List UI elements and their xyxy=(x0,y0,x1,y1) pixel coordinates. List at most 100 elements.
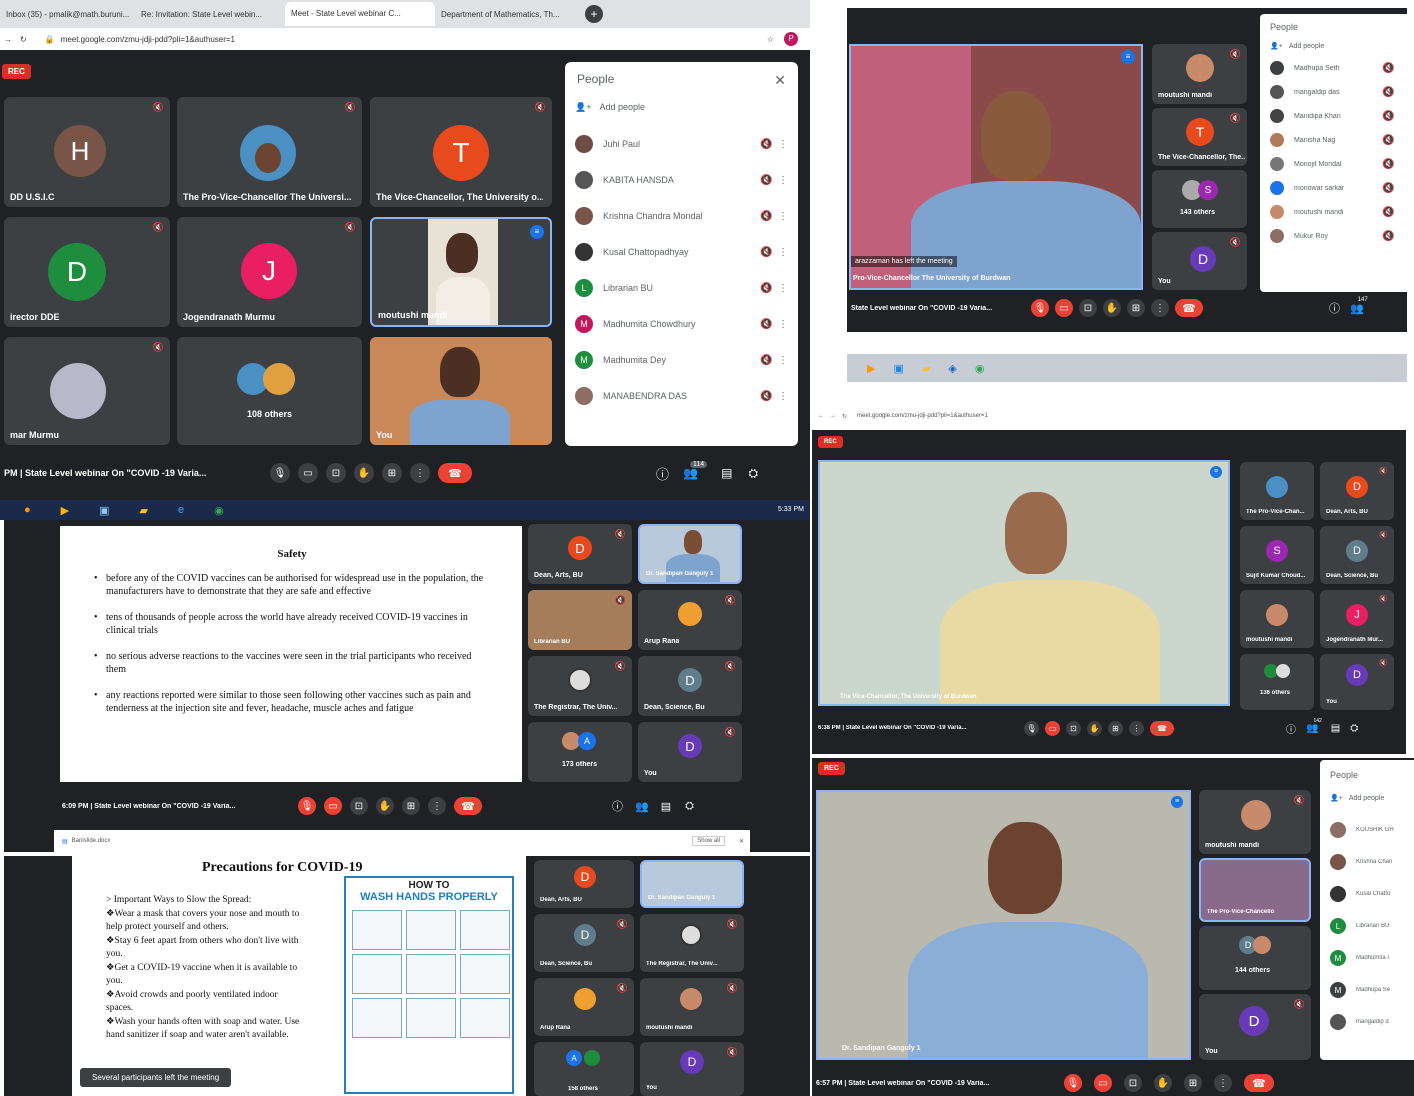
end-call-button[interactable]: ☎ xyxy=(438,463,472,483)
camera-button[interactable]: ▭ xyxy=(298,463,318,483)
end-call-button[interactable]: ☎ xyxy=(1150,720,1174,736)
activities-icon[interactable]: ⛭ xyxy=(1350,723,1358,734)
chat-icon[interactable]: ▤ xyxy=(661,800,671,813)
participant-tile[interactable]: T 🔇 The Vice-Chancellor, The... xyxy=(1152,108,1247,166)
info-icon[interactable]: ⓘ xyxy=(612,798,623,814)
profile-avatar[interactable]: P xyxy=(784,32,798,46)
participant-video-tile[interactable]: ≡ moutushi mandi xyxy=(370,217,552,327)
list-item[interactable]: Madhupa Seth 🔇 xyxy=(1260,56,1407,80)
list-item[interactable]: moutushi mandi 🔇 xyxy=(1260,200,1407,224)
info-icon[interactable]: ⓘ xyxy=(656,464,669,483)
new-tab-button[interactable]: + xyxy=(585,5,603,23)
participant-video-tile[interactable]: The Pro-Vice-Chancello xyxy=(1199,858,1311,922)
people-icon[interactable]: 👥 xyxy=(1306,723,1318,734)
list-item[interactable]: Kusal Chatto xyxy=(1320,878,1414,910)
list-item[interactable]: L Librarian BU xyxy=(1320,910,1414,942)
self-tile[interactable]: D 🔇 You xyxy=(1152,232,1247,290)
raise-hand-button[interactable]: ✋ xyxy=(354,463,374,483)
others-tile[interactable]: 108 others xyxy=(177,337,362,445)
tab-invitation[interactable]: Re: Invitation: State Level webin... xyxy=(135,10,285,19)
more-icon[interactable]: ⋮ xyxy=(778,175,788,186)
self-tile[interactable]: D 🔇 You xyxy=(1320,654,1394,710)
present-button[interactable]: ⊞ xyxy=(1127,299,1145,317)
close-icon[interactable]: ✕ xyxy=(739,838,744,845)
participant-tile[interactable]: D 🔇 Dean, Science, Bu xyxy=(1320,526,1394,584)
show-all-button[interactable]: Show all xyxy=(692,836,725,846)
tab-meet[interactable]: Meet - State Level webinar C... xyxy=(285,2,435,26)
chrome-icon[interactable]: ◉ xyxy=(975,362,985,375)
captions-button[interactable]: ⊡ xyxy=(350,797,368,815)
more-options-button[interactable]: ⋮ xyxy=(1151,299,1169,317)
list-item[interactable]: M Madhumita Chowdhury 🔇 ⋮ xyxy=(565,306,798,342)
more-icon[interactable]: ⋮ xyxy=(778,283,788,294)
list-item[interactable]: MANABENDRA DAS 🔇 ⋮ xyxy=(565,378,798,414)
participant-tile[interactable]: 🔇 The Registrar, The Univ... xyxy=(640,914,744,972)
star-icon[interactable]: ☆ xyxy=(767,35,774,44)
info-icon[interactable]: ⓘ xyxy=(1286,721,1296,736)
participant-tile[interactable]: H 🔇 DD U.S.I.C xyxy=(4,97,170,207)
more-icon[interactable]: ⋮ xyxy=(778,391,788,402)
captions-button[interactable]: ⊡ xyxy=(1066,720,1081,736)
present-button[interactable]: ⊞ xyxy=(382,463,402,483)
self-tile[interactable]: D 🔇 You xyxy=(638,722,742,782)
list-item[interactable]: monowar sarkar 🔇 xyxy=(1260,176,1407,200)
camera-button[interactable]: ▭ xyxy=(1045,720,1060,736)
firefox-icon[interactable]: ● xyxy=(24,504,31,516)
more-options-button[interactable]: ⋮ xyxy=(1129,720,1144,736)
url-text[interactable]: meet.google.com/zmu-jdji-pdd?pli=1&authu… xyxy=(61,35,235,44)
participant-tile[interactable]: 🔇 mar Murmu xyxy=(4,337,170,445)
participant-tile[interactable]: D 🔇 Dean, Science, Bu xyxy=(534,914,634,972)
list-item[interactable]: Kusal Chattopadhyay 🔇 ⋮ xyxy=(565,234,798,270)
raise-hand-button[interactable]: ✋ xyxy=(1154,1074,1172,1092)
present-button[interactable]: ⊞ xyxy=(402,797,420,815)
participant-tile[interactable]: D Dean, Arts, BU xyxy=(534,860,634,908)
participant-tile[interactable]: J 🔇 Jogendranath Mur... xyxy=(1320,590,1394,648)
more-icon[interactable]: ⋮ xyxy=(778,211,788,222)
captions-button[interactable]: ⊡ xyxy=(326,463,346,483)
camera-button[interactable]: ▭ xyxy=(324,797,342,815)
raise-hand-button[interactable]: ✋ xyxy=(376,797,394,815)
self-tile[interactable]: D 🔇 You xyxy=(1199,994,1311,1060)
participant-tile[interactable]: 🔇 moutushi mandi xyxy=(1199,790,1311,854)
list-item[interactable]: mangaldip d xyxy=(1320,1006,1414,1038)
more-icon[interactable]: ⋮ xyxy=(778,355,788,366)
camera-button[interactable]: ▭ xyxy=(1055,299,1073,317)
people-icon[interactable]: 👥 xyxy=(635,800,649,813)
participant-tile[interactable]: 🔇 moutushi mandi xyxy=(640,978,744,1036)
chat-icon[interactable]: ▤ xyxy=(721,466,732,480)
media-icon[interactable]: ▶ xyxy=(61,504,69,517)
add-people-button[interactable]: 👤+ Add people xyxy=(565,94,798,120)
present-button[interactable]: ⊞ xyxy=(1184,1074,1202,1092)
ie-icon[interactable]: e xyxy=(178,504,184,516)
add-people-button[interactable]: 👤+ Add people xyxy=(1260,36,1407,56)
mic-button[interactable]: 🎙 xyxy=(1024,720,1039,736)
people-icon[interactable]: 👥 xyxy=(683,466,698,480)
more-options-button[interactable]: ⋮ xyxy=(410,463,430,483)
self-video-tile[interactable]: You xyxy=(370,337,552,445)
list-item[interactable]: M Madhupa Se xyxy=(1320,974,1414,1006)
tab-inbox[interactable]: Inbox (35) - pmalik@math.buruni... xyxy=(0,10,135,19)
participant-video-tile[interactable]: 🔇 Librarian BU xyxy=(528,590,632,650)
mic-button[interactable]: 🎙 xyxy=(1031,299,1049,317)
chrome-icon[interactable]: ◉ xyxy=(214,504,224,517)
participant-tile[interactable]: J 🔇 Jogendranath Murmu xyxy=(177,217,362,327)
participant-tile[interactable]: D 🔇 irector DDE xyxy=(4,217,170,327)
back-icon[interactable]: ← xyxy=(818,413,824,419)
raise-hand-button[interactable]: ✋ xyxy=(1087,720,1102,736)
end-call-button[interactable]: ☎ xyxy=(1244,1074,1274,1092)
participant-video-tile[interactable]: Dr. Sandipan Ganguly 1 xyxy=(638,524,742,584)
reload-icon[interactable]: ↻ xyxy=(20,35,27,44)
list-item[interactable]: KOUSHIK GH xyxy=(1320,814,1414,846)
info-icon[interactable]: ⓘ xyxy=(1329,300,1340,316)
close-icon[interactable]: ✕ xyxy=(774,72,786,89)
participant-tile[interactable]: 🔇 moutushi mandi xyxy=(1152,44,1247,104)
more-icon[interactable]: ⋮ xyxy=(778,139,788,150)
participant-tile[interactable]: S Sujit Kumar Choud... xyxy=(1240,526,1314,584)
participant-video-tile[interactable]: Dr. Sandipan Ganguly 1 xyxy=(640,860,744,908)
reload-icon[interactable]: ↻ xyxy=(842,413,847,420)
add-people-button[interactable]: 👤+ Add people xyxy=(1320,786,1414,810)
back-icon[interactable]: → xyxy=(4,35,12,44)
download-file[interactable]: Banislide.docx xyxy=(72,838,111,844)
more-icon[interactable]: ⋮ xyxy=(778,247,788,258)
raise-hand-button[interactable]: ✋ xyxy=(1103,299,1121,317)
